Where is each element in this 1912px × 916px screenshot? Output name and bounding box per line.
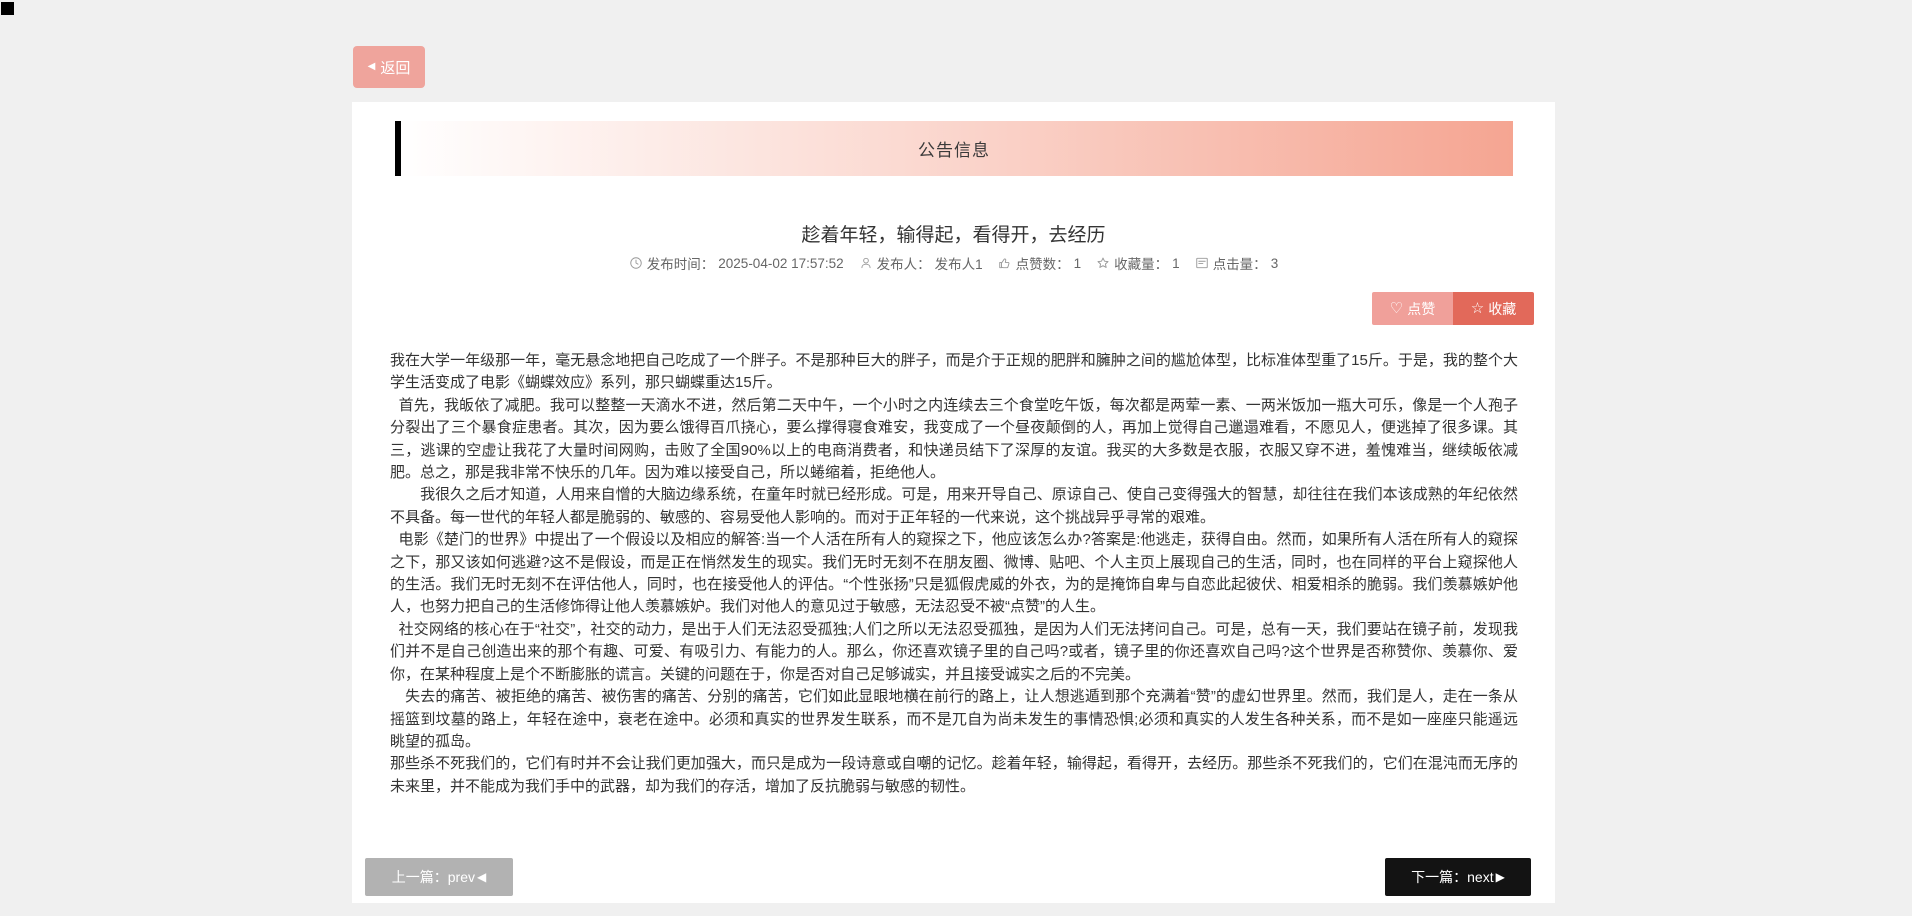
- meta-label: 发布人：: [877, 253, 931, 273]
- clock-icon: [629, 256, 643, 270]
- article-title: 趁着年轻，输得起，看得开，去经历: [352, 220, 1555, 247]
- meta-favorite-count: 收藏量： 1: [1096, 253, 1180, 273]
- star-icon: [1096, 256, 1110, 270]
- meta-value: 发布人1: [935, 253, 983, 273]
- prev-arrow-icon: ◀: [477, 871, 486, 883]
- article-paragraph: 那些杀不死我们的，它们有时并不会让我们更加强大，而只是成为一段诗意或自嘲的记忆。…: [390, 753, 1518, 798]
- prev-article-button[interactable]: 上一篇：prev ◀: [365, 858, 513, 896]
- meta-label: 收藏量：: [1114, 253, 1168, 273]
- back-button[interactable]: ◀ 返回: [353, 46, 425, 88]
- banner-title: 公告信息: [918, 136, 990, 161]
- article-paragraph: 我在大学一年级那一年，毫无悬念地把自己吃成了一个胖子。不是那种巨大的胖子，而是介…: [390, 350, 1518, 395]
- meta-like-count: 点赞数： 1: [998, 253, 1082, 273]
- meta-publish-time: 发布时间：2025-04-02 17:57:52: [629, 253, 844, 273]
- corner-square: [1, 2, 14, 15]
- announcement-card: 公告信息 趁着年轻，输得起，看得开，去经历 发布时间：2025-04-02 17…: [352, 102, 1555, 903]
- article-body: 我在大学一年级那一年，毫无悬念地把自己吃成了一个胖子。不是那种巨大的胖子，而是介…: [390, 350, 1518, 798]
- next-article-button[interactable]: 下一篇：next ▶: [1385, 858, 1531, 896]
- article-paragraph: 失去的痛苦、被拒绝的痛苦、被伤害的痛苦、分别的痛苦，它们如此显眼地横在前行的路上…: [390, 686, 1518, 753]
- article-meta: 发布时间：2025-04-02 17:57:52 发布人：发布人1 点赞数：1 …: [352, 253, 1555, 273]
- person-icon: [859, 256, 873, 270]
- meta-value: 3: [1271, 256, 1279, 271]
- favorite-button-label: 收藏: [1488, 299, 1516, 319]
- like-button[interactable]: ♡ 点赞: [1372, 292, 1453, 325]
- meta-label: 发布时间：: [647, 253, 715, 273]
- meta-value: 1: [1172, 256, 1180, 271]
- meta-click-count: 点击量： 3: [1195, 253, 1279, 273]
- heart-icon: ♡: [1390, 301, 1403, 316]
- favorite-button[interactable]: ☆ 收藏: [1453, 292, 1534, 325]
- next-button-label: 下一篇：next: [1411, 867, 1493, 887]
- article-paragraph: 首先，我皈依了减肥。我可以整整一天滴水不进，然后第二天中午，一个小时之内连续去三…: [390, 395, 1518, 485]
- thumbsup-icon: [998, 256, 1012, 270]
- meta-label: 点赞数：: [1016, 253, 1070, 273]
- back-arrow-icon: ◀: [368, 62, 376, 72]
- like-button-label: 点赞: [1407, 299, 1435, 319]
- article-paragraph: 我很久之后才知道，人用来自憎的大脑边缘系统，在童年时就已经形成。可是，用来开导自…: [390, 484, 1518, 529]
- article-paragraph: 社交网络的核心在于“社交”，社交的动力，是出于人们无法忍受孤独;人们之所以无法忍…: [390, 619, 1518, 686]
- meta-value: 1: [1074, 256, 1082, 271]
- article-paragraph: 电影《楚门的世界》中提出了一个假设以及相应的解答:当一个人活在所有人的窥探之下，…: [390, 529, 1518, 619]
- star-outline-icon: ☆: [1471, 301, 1484, 316]
- next-arrow-icon: ▶: [1496, 871, 1505, 883]
- banner-accent-bar: [395, 121, 401, 176]
- meta-value: 2025-04-02 17:57:52: [718, 256, 843, 271]
- back-button-label: 返回: [380, 57, 410, 78]
- document-icon: [1195, 256, 1209, 270]
- prev-button-label: 上一篇：prev: [392, 867, 475, 887]
- article-actions: ♡ 点赞 ☆ 收藏: [1372, 292, 1534, 325]
- banner: 公告信息: [395, 121, 1513, 176]
- announcement-page: ◀ 返回 公告信息 趁着年轻，输得起，看得开，去经历 发布时间：2025-04-…: [0, 0, 1912, 916]
- meta-publisher: 发布人：发布人1: [859, 253, 983, 273]
- meta-label: 点击量：: [1213, 253, 1267, 273]
